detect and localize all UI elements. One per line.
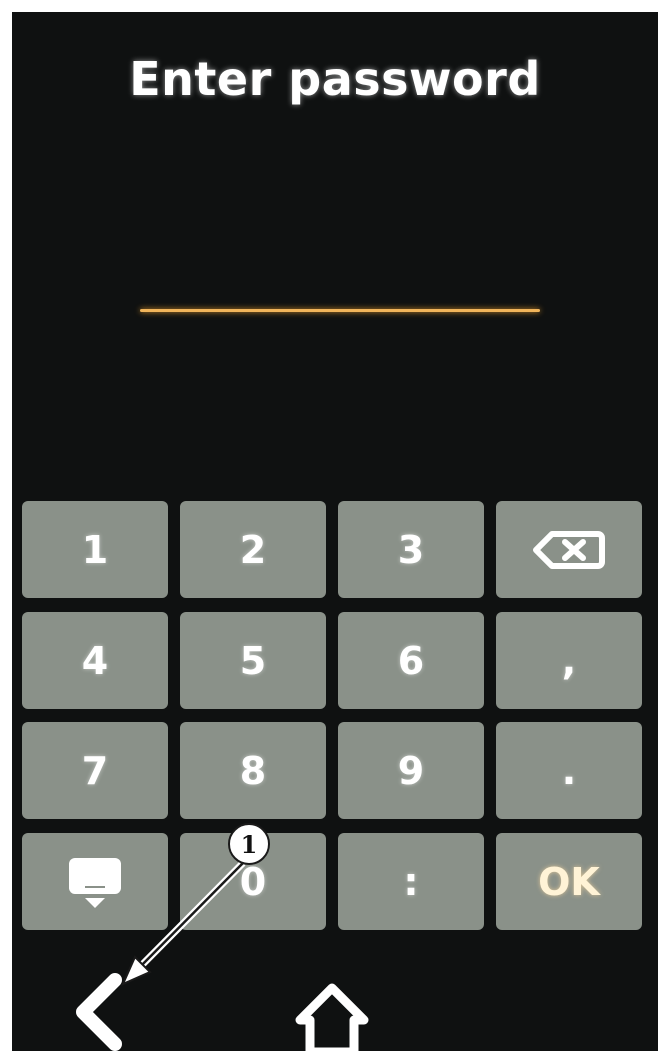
backspace-button[interactable]	[496, 501, 642, 598]
key-2[interactable]: 2	[180, 501, 326, 598]
key-6[interactable]: 6	[338, 612, 484, 709]
key-period[interactable]: .	[496, 722, 642, 819]
key-3[interactable]: 3	[338, 501, 484, 598]
numeric-keypad: 1 2 3 4 5 6 , 7 8 9 . 0 : OK	[22, 501, 646, 931]
key-comma[interactable]: ,	[496, 612, 642, 709]
key-5[interactable]: 5	[180, 612, 326, 709]
key-colon[interactable]: :	[338, 833, 484, 930]
home-icon	[295, 983, 369, 1051]
hide-keyboard-icon	[69, 857, 121, 908]
back-button[interactable]	[67, 972, 137, 1051]
password-input[interactable]	[140, 262, 540, 342]
key-8[interactable]: 8	[180, 722, 326, 819]
back-chevron-icon	[76, 973, 122, 1051]
key-1[interactable]: 1	[22, 501, 168, 598]
key-9[interactable]: 9	[338, 722, 484, 819]
password-screen: Enter password 1 2 3 4 5 6 , 7 8 9 . 0:…	[12, 12, 658, 1051]
key-7[interactable]: 7	[22, 722, 168, 819]
ok-button[interactable]: OK	[496, 833, 642, 930]
key-4[interactable]: 4	[22, 612, 168, 709]
hide-keyboard-button[interactable]	[22, 833, 168, 930]
callout-number-badge: 1	[228, 823, 270, 865]
page-title: Enter password	[129, 52, 541, 106]
home-button[interactable]	[292, 980, 372, 1051]
password-underline	[140, 309, 540, 312]
backspace-icon	[533, 530, 605, 569]
navigation-bar	[12, 942, 658, 1051]
